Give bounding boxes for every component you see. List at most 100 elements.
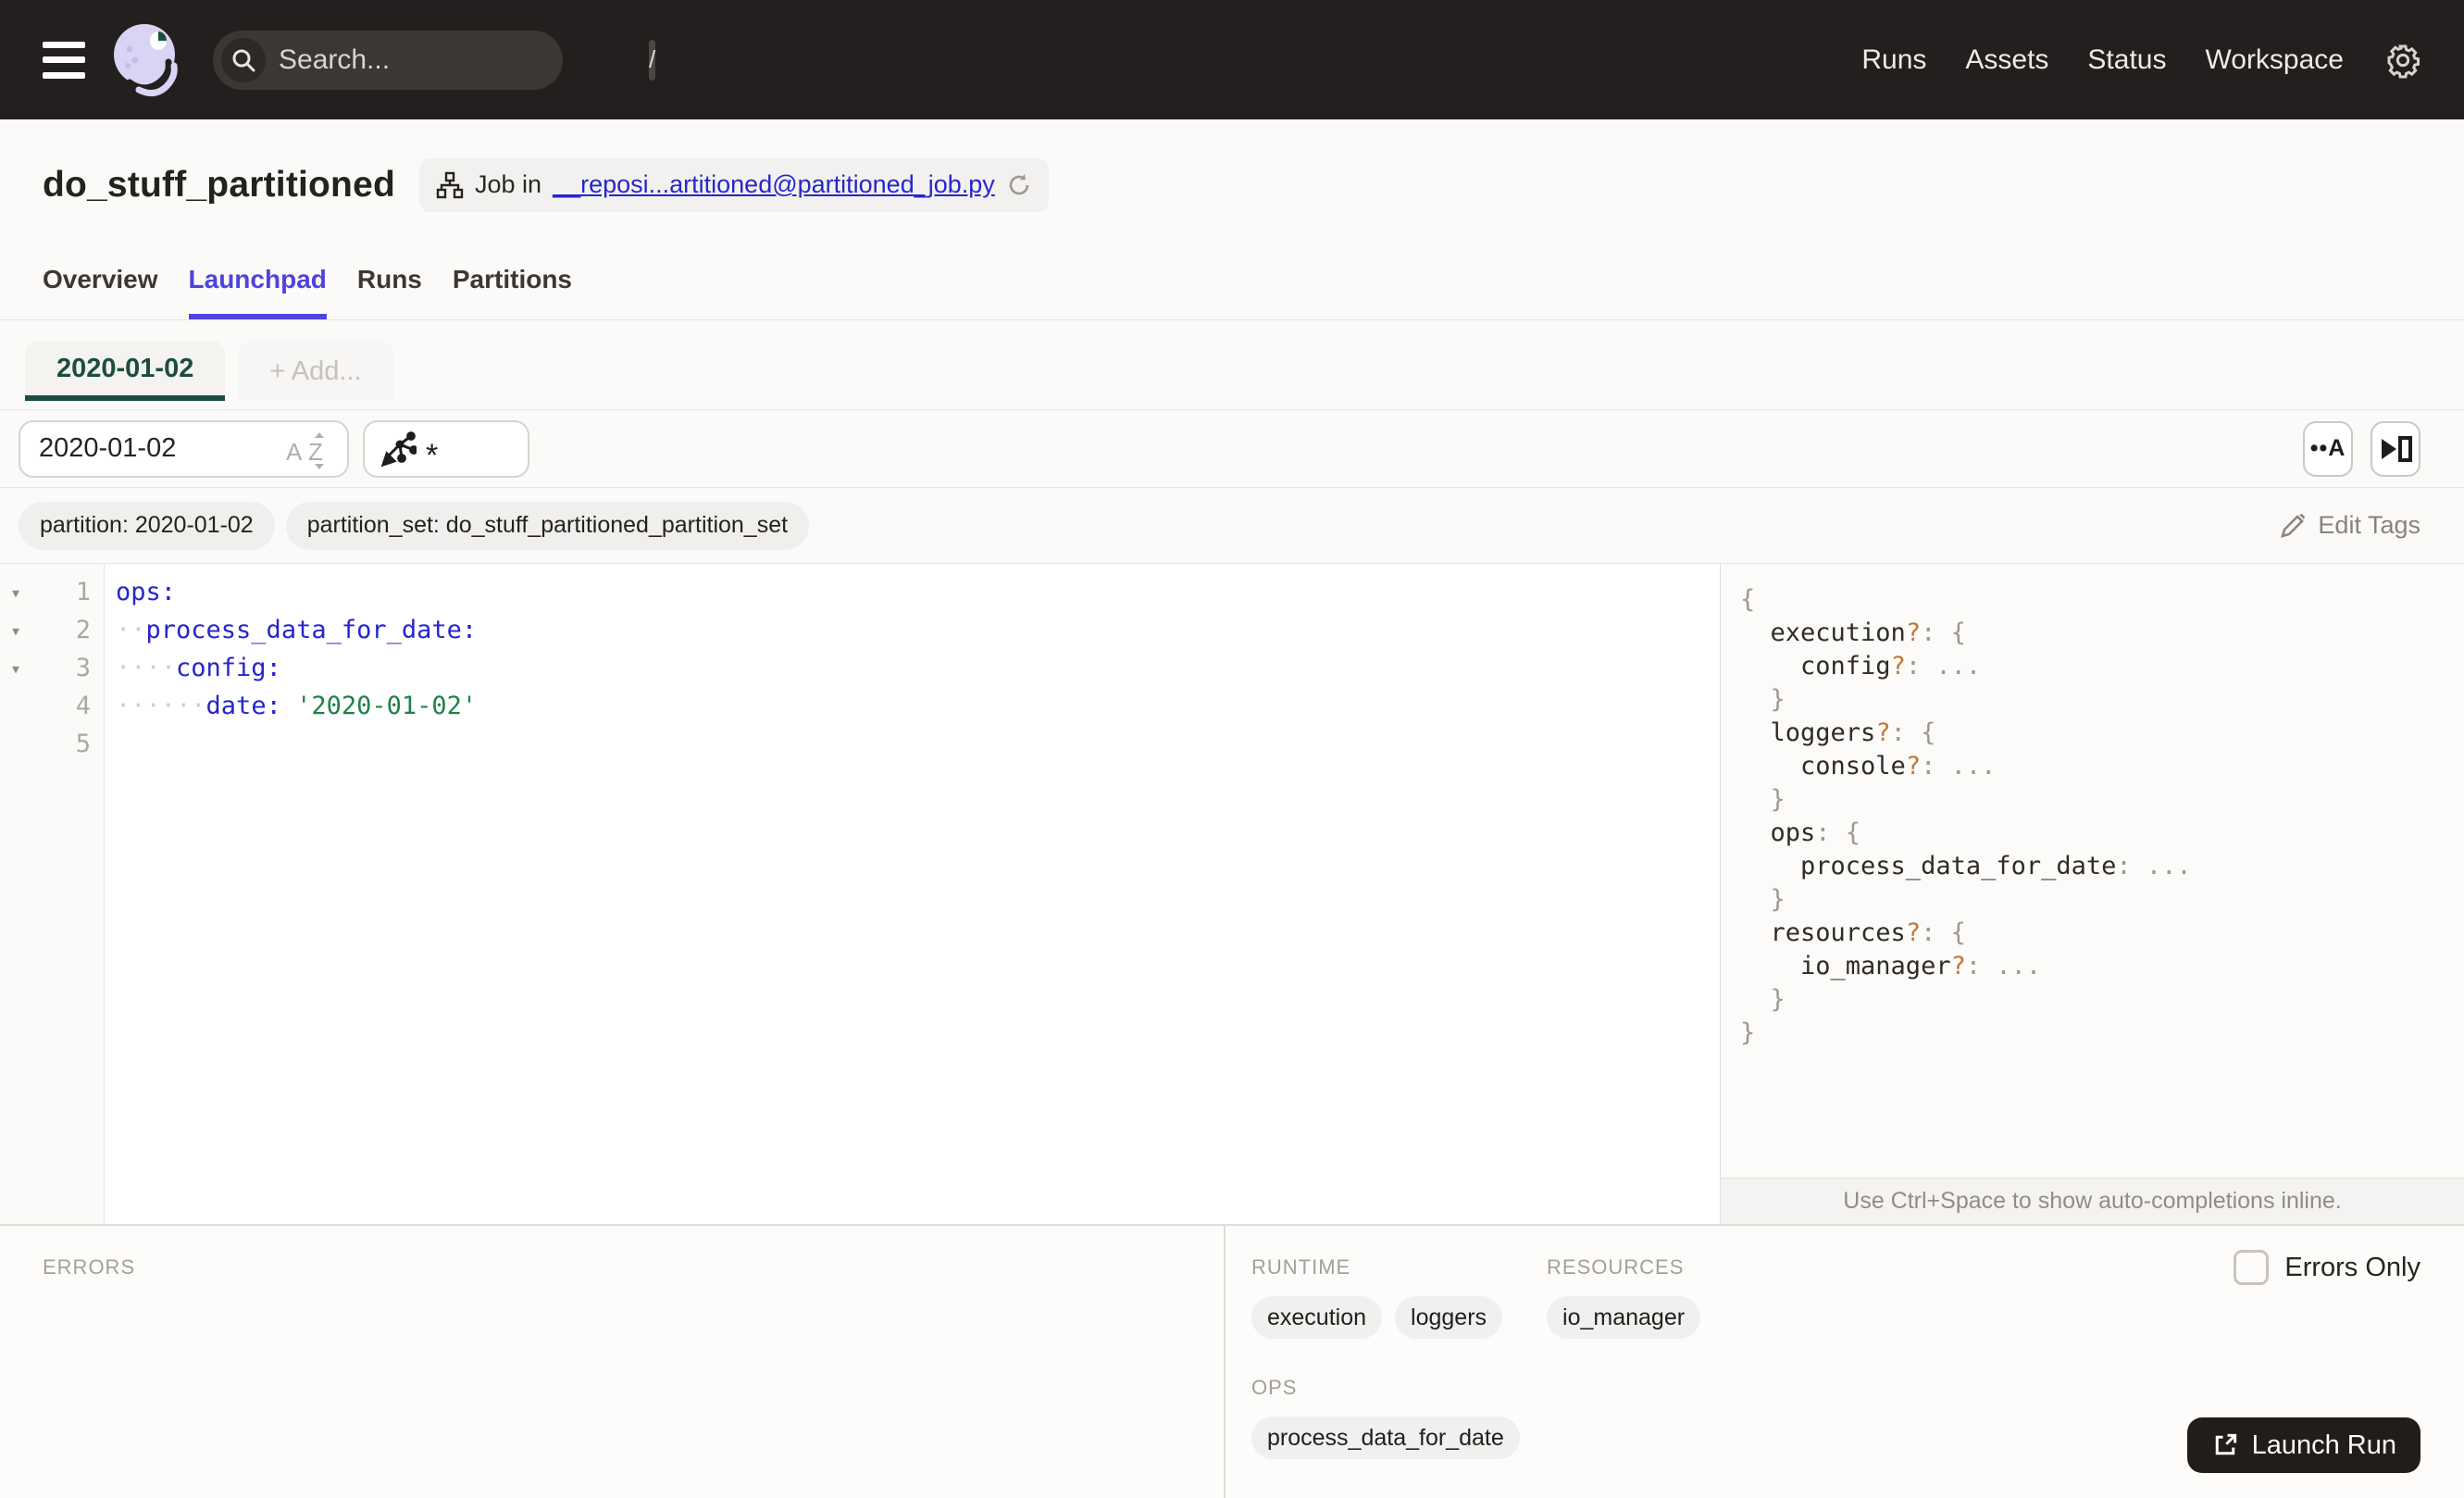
- tags-row: partition: 2020-01-02 partition_set: do_…: [0, 488, 2464, 564]
- gutter-row: 4: [0, 687, 104, 725]
- config-tabs-row: 2020-01-02 + Add...: [0, 320, 2464, 410]
- code-segment: config:: [176, 654, 281, 682]
- nav-link-workspace[interactable]: Workspace: [2205, 44, 2344, 76]
- sort-alphabetical-icon[interactable]: A Z: [284, 431, 336, 476]
- code-segment: '2020-01-02': [296, 692, 478, 720]
- code-line: ······ date: '2020-01-02': [116, 687, 1720, 725]
- page-header: do_stuff_partitioned Job in __reposi...a…: [0, 119, 2464, 241]
- schema-segment: console: [1740, 751, 1906, 780]
- schema-segment: {: [1740, 584, 1756, 614]
- fold-toggle-icon[interactable]: ▾: [0, 657, 31, 680]
- op-selector-input[interactable]: *: [363, 419, 529, 478]
- edit-tags-label: Edit Tags: [2318, 511, 2420, 539]
- line-number: 2: [75, 616, 91, 644]
- editor-buttons: ••A: [2303, 420, 2420, 477]
- schema-segment: {: [1935, 918, 1966, 947]
- tab-launchpad[interactable]: Launchpad: [188, 241, 327, 319]
- fold-toggle-icon[interactable]: ▾: [0, 581, 31, 604]
- whitespace-a-icon: ••A: [2309, 435, 2346, 461]
- nav-link-runs[interactable]: Runs: [1861, 44, 1926, 76]
- schema-line: }: [1740, 782, 2464, 816]
- tag-partition-set: partition_set: do_stuff_partitioned_part…: [285, 501, 810, 550]
- runtime-label: RUNTIME: [1251, 1255, 1351, 1279]
- search-input[interactable]: [266, 44, 649, 76]
- launch-run-label: Launch Run: [2251, 1429, 2396, 1460]
- chip-execution[interactable]: execution: [1251, 1296, 1383, 1339]
- schema-footer-hint: Use Ctrl+Space to show auto-completions …: [1721, 1178, 2464, 1224]
- job-repo-link[interactable]: __reposi...artitioned@partitioned_job.py: [553, 170, 995, 199]
- code-segment: process_data_for_date:: [145, 616, 478, 644]
- schema-segment: process_data_for_date: [1740, 851, 2117, 880]
- expand-panel-button[interactable]: [2371, 420, 2420, 477]
- code-segment: ····: [116, 654, 177, 682]
- bottom-panel: ERRORS RUNTIME execution loggers RESOURCE…: [0, 1224, 2464, 1498]
- config-schema-panel: { execution?: { config?: ... } loggers?:…: [1720, 564, 2464, 1224]
- config-editor[interactable]: ▾ 1 ▾ 2 ▾ 3 4 5 ops: ·· process_data_for_date: ···…: [0, 564, 1720, 1224]
- schema-line: loggers?: {: [1740, 716, 2464, 749]
- edit-tags-button[interactable]: Edit Tags: [2279, 511, 2420, 540]
- schema-segment: {: [1830, 818, 1861, 847]
- search-shortcut-badge: /: [649, 39, 656, 81]
- config-tab-partition[interactable]: 2020-01-02: [25, 342, 226, 401]
- run-preview-section: RUNTIME execution loggers RESOURCES io_ma…: [1226, 1226, 2464, 1498]
- resources-group: RESOURCES io_manager: [1547, 1255, 1701, 1339]
- schema-segment: io_manager: [1740, 951, 1951, 980]
- search-icon: [221, 37, 266, 82]
- code-segment: ··: [116, 616, 146, 644]
- errors-label: ERRORS: [43, 1255, 136, 1279]
- errors-only-toggle[interactable]: Errors Only: [2234, 1250, 2420, 1285]
- nav-link-status[interactable]: Status: [2087, 44, 2166, 76]
- dagster-logo-icon[interactable]: [111, 19, 183, 102]
- schema-segment: }: [1740, 884, 1786, 914]
- schema-segment: }: [1740, 1017, 1756, 1047]
- nav-link-assets[interactable]: Assets: [1965, 44, 2048, 76]
- tag-partition: partition: 2020-01-02: [19, 501, 275, 550]
- schema-segment: :: [1890, 718, 1906, 747]
- tab-partitions[interactable]: Partitions: [453, 241, 572, 319]
- schema-segment: ...: [1935, 751, 1997, 780]
- gutter-row: ▾ 3: [0, 649, 104, 687]
- svg-text:Z: Z: [308, 438, 323, 466]
- schema-segment: :: [1921, 751, 1936, 780]
- line-number: 4: [75, 692, 91, 720]
- tab-overview[interactable]: Overview: [43, 241, 158, 319]
- code-segment: ops:: [116, 578, 177, 606]
- schema-segment: }: [1740, 984, 1786, 1014]
- runtime-group: RUNTIME execution loggers: [1251, 1255, 1503, 1339]
- job-tabs: Overview Launchpad Runs Partitions: [0, 241, 2464, 320]
- chip-loggers[interactable]: loggers: [1395, 1296, 1503, 1339]
- schema-segment: loggers: [1740, 718, 1876, 747]
- dagit-app: / Runs Assets Status Workspace do_stuff_par…: [0, 0, 2464, 1498]
- resources-chips: io_manager: [1547, 1296, 1701, 1339]
- schema-segment: {: [1905, 718, 1936, 747]
- add-config-tab-button[interactable]: + Add...: [238, 342, 393, 401]
- schema-segment: config: [1740, 651, 1891, 680]
- autocomplete-toggle-button[interactable]: ••A: [2303, 420, 2353, 477]
- reload-icon[interactable]: [1006, 172, 1032, 198]
- fold-toggle-icon[interactable]: ▾: [0, 619, 31, 642]
- job-badge: Job in __reposi...artitioned@partitioned…: [419, 157, 1049, 212]
- chip-io_manager[interactable]: io_manager: [1547, 1296, 1701, 1339]
- pencil-icon: [2281, 513, 2306, 538]
- gear-icon[interactable]: [2384, 42, 2421, 79]
- schema-segment: :: [1921, 918, 1936, 947]
- errors-section: ERRORS: [0, 1226, 1226, 1498]
- menu-icon[interactable]: [43, 41, 85, 79]
- schema-segment: :: [1921, 618, 1936, 647]
- code-line: ops:: [116, 573, 1720, 611]
- tab-runs[interactable]: Runs: [357, 241, 422, 319]
- partition-input-wrap: A Z: [19, 419, 349, 478]
- launch-run-button[interactable]: Launch Run: [2186, 1417, 2420, 1473]
- nav-links: Runs Assets Status Workspace: [1861, 44, 2344, 76]
- schema-segment: :: [1965, 951, 1982, 980]
- op-selector-icon: [380, 431, 417, 467]
- errors-only-checkbox[interactable]: [2234, 1250, 2270, 1285]
- job-icon: [436, 171, 464, 198]
- schema-segment: resources: [1740, 918, 1906, 947]
- editor-code[interactable]: ops: ·· process_data_for_date: ···· config: ·…: [105, 564, 1720, 1224]
- schema-line: config?: ...: [1740, 649, 2464, 682]
- schema-line: }: [1740, 882, 2464, 916]
- page-title: do_stuff_partitioned: [43, 164, 395, 205]
- chip-process_data_for_date[interactable]: process_data_for_date: [1251, 1417, 1520, 1459]
